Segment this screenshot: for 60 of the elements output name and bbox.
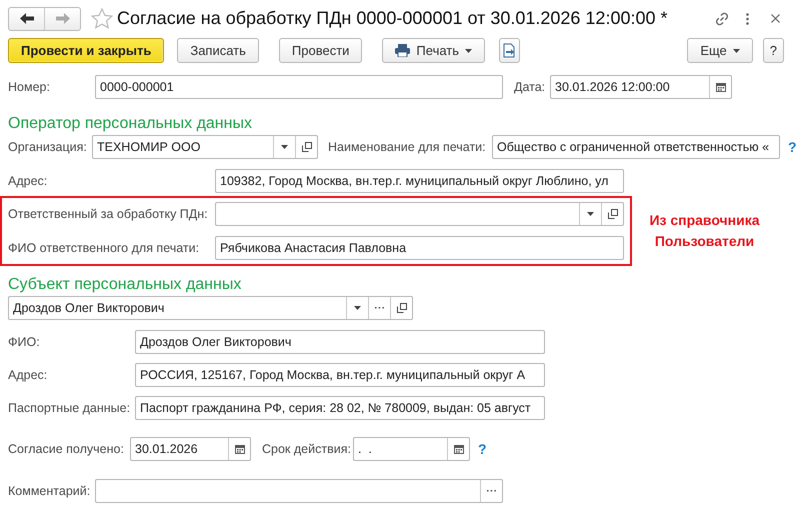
input-field[interactable]: Паспорт гражданина РФ, серия: 28 02, № 780009, выдан: 05 август (135, 396, 545, 420)
caret-icon (732, 48, 740, 52)
field-label: Срок действия: (262, 442, 352, 456)
caret-icon (465, 48, 472, 52)
input-field[interactable]: 109382, Город Москва, вн.тер.г. муниципальный округ Люблино, ул (215, 169, 624, 193)
dropdown-icon (281, 145, 288, 149)
more-vertical-icon[interactable] (746, 12, 749, 24)
toolbar-button[interactable]: Записать (177, 38, 259, 63)
section-heading: Субъект персональных данных (8, 276, 242, 294)
input-field[interactable]: Общество с ограниченной ответственностью « (492, 135, 780, 159)
field-label: Дата: (514, 80, 546, 94)
field-label: Организация: (8, 140, 88, 154)
help-link[interactable]: ? (478, 441, 487, 457)
favorite-star-icon[interactable] (91, 8, 113, 29)
field-label: Наименование для печати: (328, 140, 487, 154)
navigation-button-group[interactable] (8, 6, 81, 30)
input-field[interactable]: 0000-000001 (95, 75, 503, 99)
field-label: Согласие получено: (8, 442, 125, 456)
section-heading: Оператор персональных данных (8, 115, 252, 133)
back-arrow-icon (20, 13, 34, 24)
input-field[interactable]: Дроздов Олег Викторович (135, 330, 545, 354)
forward-arrow-icon (56, 13, 70, 24)
field-label: Ответственный за обработку ПДн: (8, 207, 209, 221)
more-menu-button[interactable]: Еще (687, 38, 753, 63)
printer-icon (395, 44, 410, 57)
help-link[interactable]: ? (788, 139, 797, 155)
date-field[interactable]: . . (353, 437, 470, 461)
input-field[interactable]: Рябчикова Анастасия Павловна (215, 236, 624, 260)
field-label: ФИО: (8, 335, 41, 349)
link-icon[interactable] (714, 10, 730, 26)
open-window-icon (608, 209, 618, 219)
close-icon[interactable] (771, 14, 780, 23)
calendar-icon (716, 82, 726, 92)
help-button[interactable]: ? (762, 38, 784, 63)
window-title: Согласие на обработку ПДн 0000-000001 от 30.01.2026 12:00:00 * (117, 8, 668, 29)
export-button[interactable] (499, 38, 520, 63)
date-field[interactable]: 30.01.2026 12:00:00 (550, 75, 732, 99)
field-label: Комментарий: (8, 484, 92, 498)
field-label: Адрес: (8, 368, 48, 382)
post-and-close-button[interactable]: Провести и закрыть (8, 38, 164, 63)
field-label: Номер: (8, 80, 51, 94)
dropdown-icon (354, 306, 361, 310)
select-field[interactable] (215, 202, 624, 226)
dropdown-icon (587, 212, 594, 216)
field-label: Паспортные данные: (8, 401, 132, 415)
select-field[interactable]: ТЕХНОМИР ООО (92, 135, 318, 159)
document-arrow-icon (503, 43, 516, 58)
calendar-icon (234, 444, 244, 454)
callout-note: Из справочника Пользователи (648, 211, 761, 251)
input-field[interactable]: РОССИЯ, 125167, Город Москва, вн.тер.г. муниципальный округ А (135, 363, 545, 387)
toolbar-button[interactable]: Провести (278, 38, 362, 63)
field-label: Адрес: (8, 174, 48, 188)
open-window-icon (302, 142, 312, 152)
input-field[interactable] (95, 479, 503, 503)
select-field[interactable]: Дроздов Олег Викторович (8, 296, 413, 320)
calendar-icon (454, 444, 464, 454)
print-button[interactable]: Печать (382, 38, 486, 63)
date-field[interactable]: 30.01.2026 (130, 437, 251, 461)
open-window-icon (396, 303, 406, 313)
field-label: ФИО ответственного для печати: (8, 241, 200, 255)
